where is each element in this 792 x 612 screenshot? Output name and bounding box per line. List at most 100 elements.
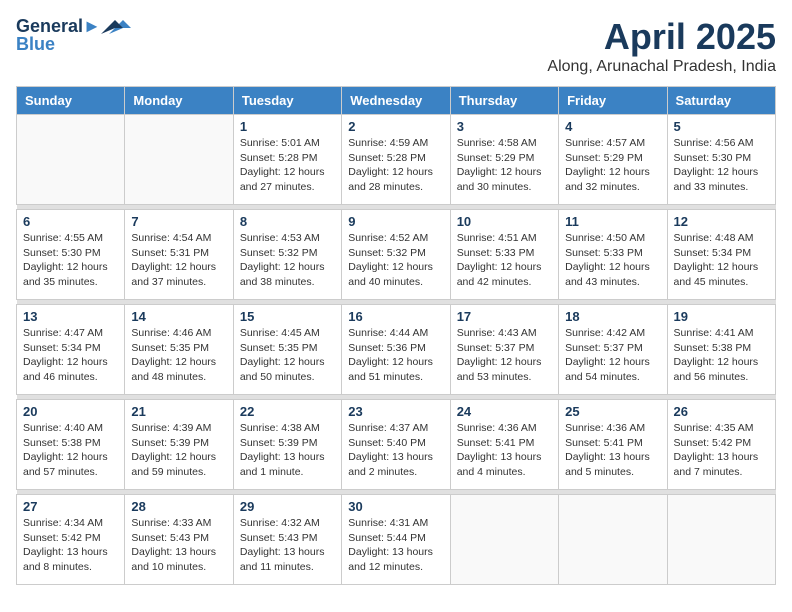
day-number: 7 [131,214,226,229]
calendar-cell: 19Sunrise: 4:41 AM Sunset: 5:38 PM Dayli… [667,305,775,395]
weekday-header: Monday [125,87,233,115]
calendar-cell: 1 Sunrise: 5:01 AM Sunset: 5:28 PM Daylig… [233,115,341,205]
day-info: Sunrise: 4:36 AM Sunset: 5:41 PM Dayligh… [457,421,552,480]
day-number: 19 [674,309,769,324]
day-number: 29 [240,499,335,514]
logo-icon [101,16,131,38]
calendar-week-row: 27Sunrise: 4:34 AM Sunset: 5:42 PM Dayli… [17,495,776,585]
calendar-cell: 7 Sunrise: 4:54 AM Sunset: 5:31 PM Daylig… [125,210,233,300]
day-number: 4 [565,119,660,134]
calendar-cell: 25 Sunrise: 4:36 AM Sunset: 5:41 PM Dayli… [559,400,667,490]
calendar-cell: 26 Sunrise: 4:35 AM Sunset: 5:42 PM Dayli… [667,400,775,490]
title-area: April 2025 Along, Arunachal Pradesh, Ind… [547,16,776,76]
day-info: Sunrise: 4:56 AM Sunset: 5:30 PM Dayligh… [674,136,769,195]
location-title: Along, Arunachal Pradesh, India [547,58,776,76]
day-number: 20 [23,404,118,419]
weekday-header-row: SundayMondayTuesdayWednesdayThursdayFrid… [17,87,776,115]
calendar-cell: 14 Sunrise: 4:46 AM Sunset: 5:35 PM Dayli… [125,305,233,395]
day-number: 24 [457,404,552,419]
day-number: 25 [565,404,660,419]
calendar-cell: 8 Sunrise: 4:53 AM Sunset: 5:32 PM Daylig… [233,210,341,300]
weekday-header: Thursday [450,87,558,115]
calendar-cell [450,495,558,585]
calendar-cell: 23 Sunrise: 4:37 AM Sunset: 5:40 PM Dayli… [342,400,450,490]
calendar-cell [559,495,667,585]
calendar-cell: 11 Sunrise: 4:50 AM Sunset: 5:33 PM Dayli… [559,210,667,300]
day-number: 26 [674,404,769,419]
day-number: 10 [457,214,552,229]
day-info: Sunrise: 4:50 AM Sunset: 5:33 PM Dayligh… [565,231,660,290]
day-info: Sunrise: 4:55 AM Sunset: 5:30 PM Dayligh… [23,231,118,290]
calendar-week-row: 6 Sunrise: 4:55 AM Sunset: 5:30 PM Daylig… [17,210,776,300]
calendar-week-row: 1 Sunrise: 5:01 AM Sunset: 5:28 PM Daylig… [17,115,776,205]
day-info: Sunrise: 4:54 AM Sunset: 5:31 PM Dayligh… [131,231,226,290]
day-number: 21 [131,404,226,419]
day-info: Sunrise: 4:37 AM Sunset: 5:40 PM Dayligh… [348,421,443,480]
day-number: 27 [23,499,118,514]
calendar-cell: 29 Sunrise: 4:32 AM Sunset: 5:43 PM Dayli… [233,495,341,585]
day-number: 1 [240,119,335,134]
weekday-header: Sunday [17,87,125,115]
day-number: 11 [565,214,660,229]
day-info: Sunrise: 4:39 AM Sunset: 5:39 PM Dayligh… [131,421,226,480]
header: General► Blue April 2025 Along, Arunacha… [16,16,776,76]
calendar-cell: 2 Sunrise: 4:59 AM Sunset: 5:28 PM Daylig… [342,115,450,205]
calendar: SundayMondayTuesdayWednesdayThursdayFrid… [16,86,776,585]
day-info: Sunrise: 4:36 AM Sunset: 5:41 PM Dayligh… [565,421,660,480]
calendar-cell: 17Sunrise: 4:43 AM Sunset: 5:37 PM Dayli… [450,305,558,395]
day-number: 13 [23,309,118,324]
calendar-cell: 28 Sunrise: 4:33 AM Sunset: 5:43 PM Dayli… [125,495,233,585]
day-number: 12 [674,214,769,229]
day-info: Sunrise: 4:53 AM Sunset: 5:32 PM Dayligh… [240,231,335,290]
day-info: Sunrise: 4:48 AM Sunset: 5:34 PM Dayligh… [674,231,769,290]
calendar-cell: 20 Sunrise: 4:40 AM Sunset: 5:38 PM Dayli… [17,400,125,490]
day-info: Sunrise: 4:58 AM Sunset: 5:29 PM Dayligh… [457,136,552,195]
day-info: Sunrise: 4:33 AM Sunset: 5:43 PM Dayligh… [131,516,226,575]
day-number: 5 [674,119,769,134]
calendar-cell [17,115,125,205]
calendar-cell: 18Sunrise: 4:42 AM Sunset: 5:37 PM Dayli… [559,305,667,395]
day-number: 3 [457,119,552,134]
calendar-cell: 4 Sunrise: 4:57 AM Sunset: 5:29 PM Daylig… [559,115,667,205]
day-info: Sunrise: 4:32 AM Sunset: 5:43 PM Dayligh… [240,516,335,575]
calendar-cell: 10Sunrise: 4:51 AM Sunset: 5:33 PM Dayli… [450,210,558,300]
day-info: Sunrise: 4:40 AM Sunset: 5:38 PM Dayligh… [23,421,118,480]
day-info: Sunrise: 4:59 AM Sunset: 5:28 PM Dayligh… [348,136,443,195]
day-info: Sunrise: 4:57 AM Sunset: 5:29 PM Dayligh… [565,136,660,195]
day-info: Sunrise: 4:42 AM Sunset: 5:37 PM Dayligh… [565,326,660,385]
calendar-cell: 9 Sunrise: 4:52 AM Sunset: 5:32 PM Daylig… [342,210,450,300]
day-number: 30 [348,499,443,514]
day-number: 9 [348,214,443,229]
weekday-header: Tuesday [233,87,341,115]
day-number: 8 [240,214,335,229]
day-info: Sunrise: 4:43 AM Sunset: 5:37 PM Dayligh… [457,326,552,385]
day-number: 23 [348,404,443,419]
calendar-cell: 21 Sunrise: 4:39 AM Sunset: 5:39 PM Dayli… [125,400,233,490]
day-number: 14 [131,309,226,324]
calendar-cell: 22Sunrise: 4:38 AM Sunset: 5:39 PM Dayli… [233,400,341,490]
day-number: 15 [240,309,335,324]
calendar-cell: 6 Sunrise: 4:55 AM Sunset: 5:30 PM Daylig… [17,210,125,300]
calendar-week-row: 13 Sunrise: 4:47 AM Sunset: 5:34 PM Dayli… [17,305,776,395]
day-number: 6 [23,214,118,229]
day-info: Sunrise: 4:31 AM Sunset: 5:44 PM Dayligh… [348,516,443,575]
weekday-header: Wednesday [342,87,450,115]
calendar-cell: 12 Sunrise: 4:48 AM Sunset: 5:34 PM Dayli… [667,210,775,300]
calendar-cell: 5 Sunrise: 4:56 AM Sunset: 5:30 PM Daylig… [667,115,775,205]
day-number: 16 [348,309,443,324]
day-info: Sunrise: 4:38 AM Sunset: 5:39 PM Dayligh… [240,421,335,480]
calendar-cell: 24 Sunrise: 4:36 AM Sunset: 5:41 PM Dayli… [450,400,558,490]
day-info: Sunrise: 4:47 AM Sunset: 5:34 PM Dayligh… [23,326,118,385]
month-title: April 2025 [547,16,776,58]
calendar-cell: 30 Sunrise: 4:31 AM Sunset: 5:44 PM Dayli… [342,495,450,585]
day-info: Sunrise: 4:52 AM Sunset: 5:32 PM Dayligh… [348,231,443,290]
day-info: Sunrise: 4:46 AM Sunset: 5:35 PM Dayligh… [131,326,226,385]
day-number: 28 [131,499,226,514]
day-info: Sunrise: 4:35 AM Sunset: 5:42 PM Dayligh… [674,421,769,480]
weekday-header: Friday [559,87,667,115]
calendar-cell [125,115,233,205]
day-number: 2 [348,119,443,134]
weekday-header: Saturday [667,87,775,115]
day-info: Sunrise: 4:44 AM Sunset: 5:36 PM Dayligh… [348,326,443,385]
day-info: Sunrise: 5:01 AM Sunset: 5:28 PM Dayligh… [240,136,335,195]
